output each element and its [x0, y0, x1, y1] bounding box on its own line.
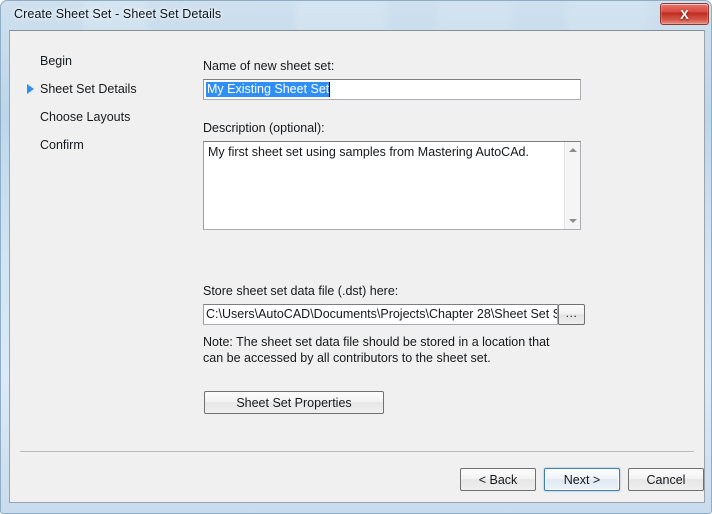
- step-marker-icon: [26, 55, 37, 67]
- step-marker-icon: [26, 139, 37, 151]
- close-button[interactable]: X: [660, 3, 709, 25]
- description-field-label: Description (optional):: [203, 121, 325, 135]
- dialog-window: Create Sheet Set - Sheet Set Details X B…: [0, 0, 712, 514]
- close-icon: X: [680, 6, 689, 22]
- sheet-set-name-input[interactable]: My Existing Sheet Set: [203, 79, 581, 100]
- sheet-set-name-value: My Existing Sheet Set: [206, 82, 330, 97]
- nav-item-label: Sheet Set Details: [40, 82, 137, 96]
- name-field-label: Name of new sheet set:: [203, 59, 335, 73]
- current-step-arrow-icon: [26, 83, 37, 95]
- step-marker-icon: [26, 111, 37, 123]
- footer-divider: [20, 451, 694, 452]
- wizard-step-list: Begin Sheet Set Details Choose Layouts C…: [10, 31, 192, 502]
- text-caret: [329, 82, 330, 97]
- cancel-button[interactable]: Cancel: [628, 468, 704, 491]
- description-textarea[interactable]: My first sheet set using samples from Ma…: [203, 141, 581, 230]
- next-button[interactable]: Next >: [544, 468, 620, 491]
- window-title: Create Sheet Set - Sheet Set Details: [14, 7, 222, 21]
- browse-button[interactable]: ...: [558, 304, 585, 325]
- title-bar[interactable]: Create Sheet Set - Sheet Set Details X: [1, 1, 711, 30]
- path-field-label: Store sheet set data file (.dst) here:: [203, 284, 399, 298]
- nav-item-label: Choose Layouts: [40, 110, 131, 124]
- scroll-up-arrow-icon[interactable]: [565, 142, 581, 158]
- data-file-path-value: C:\Users\AutoCAD\Documents\Projects\Chap…: [206, 307, 557, 321]
- storage-note: Note: The sheet set data file should be …: [203, 335, 550, 365]
- description-scrollbar[interactable]: [564, 142, 580, 229]
- nav-item-label: Begin: [40, 54, 72, 68]
- nav-item-choose-layouts[interactable]: Choose Layouts: [26, 109, 130, 125]
- nav-item-sheet-set-details[interactable]: Sheet Set Details: [26, 81, 137, 97]
- sheet-set-properties-button[interactable]: Sheet Set Properties: [204, 391, 384, 414]
- back-button[interactable]: < Back: [460, 468, 536, 491]
- description-value: My first sheet set using samples from Ma…: [208, 145, 529, 159]
- scroll-down-arrow-icon[interactable]: [565, 213, 581, 229]
- form-panel: Name of new sheet set: My Existing Sheet…: [192, 31, 704, 502]
- nav-item-begin[interactable]: Begin: [26, 53, 72, 69]
- nav-item-label: Confirm: [40, 138, 84, 152]
- data-file-path-input[interactable]: C:\Users\AutoCAD\Documents\Projects\Chap…: [203, 304, 558, 325]
- dialog-client-area: Begin Sheet Set Details Choose Layouts C…: [9, 30, 705, 503]
- nav-item-confirm[interactable]: Confirm: [26, 137, 84, 153]
